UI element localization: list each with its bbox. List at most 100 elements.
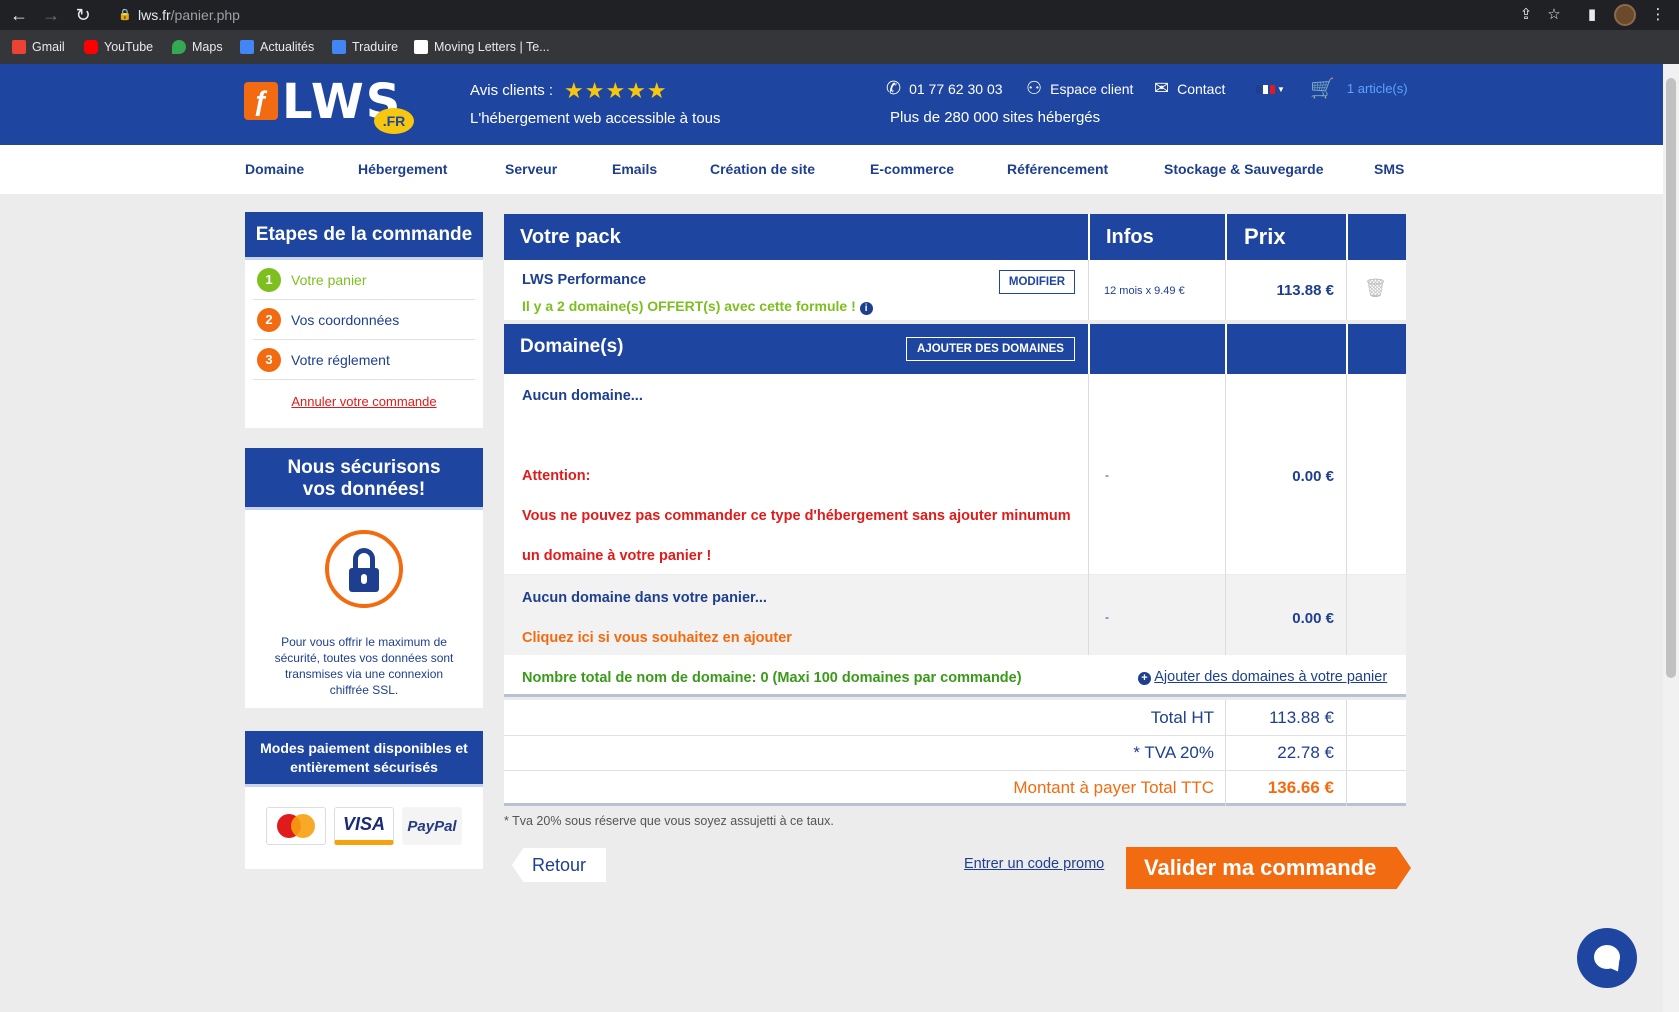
nav-ecommerce[interactable]: E-commerce [870, 161, 954, 177]
tva-note: * Tva 20% sous réserve que vous soyez as… [504, 814, 834, 828]
maps-icon [172, 40, 186, 54]
scrollbar-thumb[interactable] [1666, 78, 1676, 678]
side-panel-icon[interactable]: ▮ [1582, 5, 1602, 25]
phone-icon: ✆ [886, 78, 902, 98]
pack-infos: 12 mois x 9.49 € [1104, 285, 1185, 297]
bookmark-gmail[interactable]: Gmail [12, 38, 65, 56]
nav-stockage[interactable]: Stockage & Sauvegarde [1164, 161, 1324, 177]
cart-link[interactable]: 🛒 1 article(s) [1310, 76, 1408, 101]
tagline: L'hébergement web accessible à tous [470, 110, 721, 127]
rating-stars[interactable]: ★★★★★ [564, 78, 668, 104]
validate-order-button[interactable]: Valider ma commande [1126, 847, 1411, 889]
bookmark-moving-letters[interactable]: Moving Letters | Te... [414, 38, 550, 56]
bookmark-youtube[interactable]: YouTube [84, 38, 153, 56]
security-title-line-1: Nous sécurisons [287, 457, 441, 478]
espace-client-link[interactable]: ⚇ Espace client [1026, 78, 1133, 99]
gmail-icon [12, 40, 26, 54]
translate-icon [332, 40, 346, 54]
page-viewport: ƒ LWS .FR Avis clients : ★★★★★ L'héberge… [0, 64, 1663, 1012]
chevron-down-icon: ▼ [1277, 84, 1285, 94]
page-scrollbar[interactable] [1663, 64, 1679, 1012]
cancel-order-link[interactable]: Annuler votre commande [245, 380, 483, 421]
site-header: ƒ LWS .FR Avis clients : ★★★★★ L'héberge… [0, 64, 1663, 145]
reload-icon[interactable]: ↻ [72, 4, 94, 26]
bookmarks-bar: Gmail YouTube Maps Actualités Traduire M… [0, 30, 1679, 64]
total-ht-label: Total HT [1150, 708, 1214, 727]
pack-price: 113.88 € [1276, 282, 1334, 299]
profile-avatar[interactable] [1614, 4, 1636, 26]
warning-line-1: Vous ne pouvez pas commander ce type d'h… [522, 508, 1071, 524]
cart-icon: 🛒 [1310, 78, 1335, 100]
total-ttc-label: Montant à payer Total TTC [1013, 778, 1214, 797]
nav-sms[interactable]: SMS [1374, 161, 1404, 177]
total-ttc-value: 136.66 € [1267, 778, 1334, 797]
forward-arrow-icon[interactable]: → [40, 4, 62, 26]
bookmark-actualites[interactable]: Actualités [240, 38, 314, 56]
address-bar[interactable]: 🔒 lws.fr/panier.php [108, 2, 1458, 28]
warning-line-2: un domaine à votre panier ! [522, 548, 712, 564]
logo-fr-badge: .FR [374, 108, 414, 134]
step-votre-reglement[interactable]: 3 Votre réglement [253, 340, 475, 380]
bookmark-star-icon[interactable]: ☆ [1544, 5, 1564, 25]
tva-value: 22.78 € [1277, 743, 1334, 762]
payment-panel: Modes paiement disponibles et entièremen… [245, 731, 483, 869]
security-title-line-2: vos données! [302, 479, 426, 500]
empty-domain-cart-text: Aucun domaine dans votre panier... [522, 590, 767, 606]
chat-icon[interactable] [1577, 928, 1637, 988]
phone-link[interactable]: ✆ 01 77 62 30 03 [886, 78, 1003, 99]
col-header-prix: Prix [1244, 224, 1286, 249]
main-nav: Domaine Hébergement Serveur Emails Créat… [0, 145, 1663, 194]
attention-label: Attention: [522, 468, 591, 484]
share-icon[interactable]: ⇪ [1516, 5, 1536, 25]
nav-emails[interactable]: Emails [612, 161, 657, 177]
empty-domain-infos: - [1105, 610, 1109, 624]
url-path: /panier.php [170, 7, 240, 23]
col-header-pack: Votre pack [520, 226, 621, 248]
back-arrow-icon[interactable]: ← [8, 4, 30, 26]
chrome-menu-icon[interactable]: ⋮ [1648, 5, 1668, 25]
add-domains-button[interactable]: AJOUTER DES DOMAINES [906, 337, 1075, 361]
payment-logos: VISA PayPal [245, 787, 483, 865]
security-text: Pour vous offrir le maximum de sécurité,… [274, 635, 454, 697]
step-votre-panier[interactable]: 1 Votre panier [253, 260, 475, 300]
pack-offer-text: Il y a 2 domaine(s) OFFERT(s) avec cette… [522, 298, 873, 315]
sites-count: Plus de 280 000 sites hébergés [890, 109, 1101, 126]
visa-icon: VISA [334, 807, 394, 845]
add-domains-to-cart-link[interactable]: + Ajouter des domaines à votre panier [1138, 669, 1387, 685]
contact-link[interactable]: ✉ Contact [1154, 78, 1225, 99]
lws-logo[interactable]: ƒ LWS .FR [244, 74, 419, 136]
order-steps-panel: Etapes de la commande 1 Votre panier 2 V… [245, 212, 483, 428]
bookmark-maps[interactable]: Maps [172, 38, 223, 56]
promo-code-link[interactable]: Entrer un code promo [964, 856, 1104, 872]
step-vos-coordonnees[interactable]: 2 Vos coordonnées [253, 300, 475, 340]
security-panel: Nous sécurisons vos données! Pour vous o… [245, 448, 483, 708]
bookmark-traduire[interactable]: Traduire [332, 38, 398, 56]
nav-serveur[interactable]: Serveur [505, 161, 557, 177]
modify-pack-button[interactable]: MODIFIER [999, 270, 1075, 294]
order-steps-title: Etapes de la commande [245, 212, 483, 260]
click-to-add-link[interactable]: Cliquez ici si vous souhaitez en ajouter [522, 630, 792, 646]
trash-icon[interactable]: 🗑 [1364, 278, 1387, 299]
plus-circle-icon: + [1138, 672, 1151, 685]
total-ht-value: 113.88 € [1269, 708, 1334, 727]
domain-count-text: Nombre total de nom de domaine: 0 (Maxi … [522, 670, 1022, 686]
news-icon [240, 40, 254, 54]
info-icon[interactable]: i [859, 302, 873, 315]
moving-letters-icon [414, 40, 428, 54]
user-icon: ⚇ [1026, 78, 1043, 98]
language-selector[interactable]: ▼ [1256, 84, 1285, 94]
col-header-infos: Infos [1106, 226, 1154, 248]
no-domain-infos: - [1105, 468, 1109, 482]
logo-mark-icon: ƒ [244, 82, 278, 120]
lock-icon: 🔒 [118, 9, 132, 21]
avis-label: Avis clients : [470, 82, 554, 99]
back-button[interactable]: Retour [512, 848, 606, 882]
nav-creation-site[interactable]: Création de site [710, 161, 815, 177]
nav-referencement[interactable]: Référencement [1007, 161, 1108, 177]
browser-toolbar: ← → ↻ 🔒 lws.fr/panier.php ⇪ ☆ ▮ ⋮ [0, 0, 1679, 30]
nav-hebergement[interactable]: Hébergement [358, 161, 447, 177]
empty-domain-price: 0.00 € [1292, 610, 1334, 627]
mastercard-icon [266, 807, 326, 845]
youtube-icon [84, 40, 98, 54]
nav-domaine[interactable]: Domaine [245, 161, 304, 177]
